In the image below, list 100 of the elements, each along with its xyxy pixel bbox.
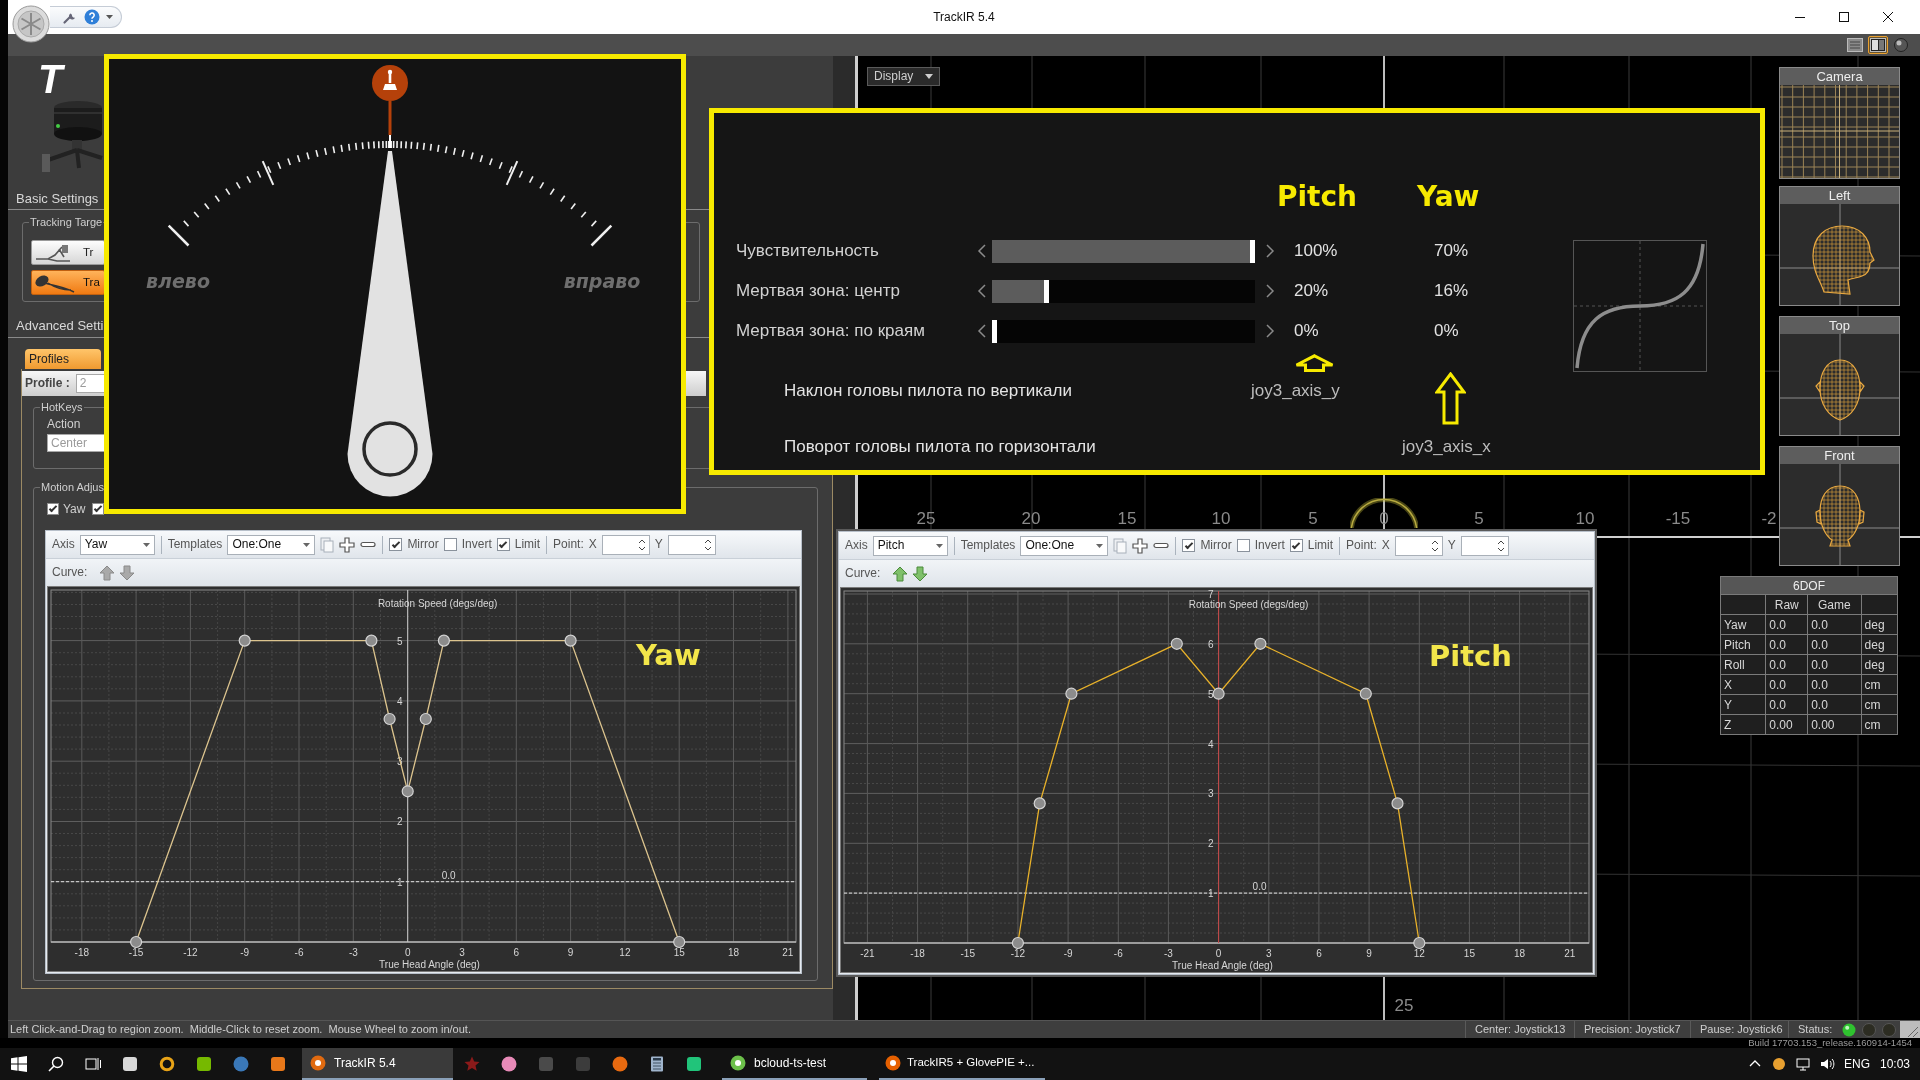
chevron-right-icon[interactable] [1265, 243, 1275, 259]
arrow-up-icon[interactable] [892, 565, 909, 582]
checkbox[interactable] [496, 538, 510, 551]
logo-text: T [38, 63, 63, 95]
tracking-target-button[interactable]: Tra [31, 270, 105, 295]
maximize-icon[interactable] [1839, 12, 1849, 22]
tracking-target-button[interactable]: Tr [31, 240, 105, 265]
curve-point[interactable] [1391, 797, 1404, 810]
app-icon[interactable] [1771, 1056, 1787, 1072]
chevron-right-icon[interactable] [1265, 283, 1275, 299]
field-label: Action [47, 417, 82, 432]
checkbox[interactable] [47, 503, 59, 515]
curve-point[interactable] [401, 785, 414, 798]
spinner-icon[interactable] [703, 537, 712, 552]
x-tick-label: -21 [860, 948, 875, 959]
display-dropdown[interactable]: Display [867, 67, 940, 86]
spinner-icon[interactable] [1430, 538, 1439, 553]
star-icon[interactable] [463, 1056, 480, 1072]
ruler-label: 10 [1211, 510, 1231, 528]
chevron-left-icon[interactable] [977, 323, 987, 339]
checkbox[interactable] [1236, 539, 1250, 552]
checkbox[interactable] [92, 503, 105, 515]
ring-icon[interactable] [158, 1056, 175, 1072]
x-tick-label: -15 [128, 947, 144, 958]
slider-thumb[interactable] [1043, 279, 1049, 303]
slider-thumb[interactable] [1250, 239, 1255, 263]
point-y-field[interactable] [1460, 535, 1509, 556]
curve-point[interactable] [1359, 687, 1372, 700]
axis-dropdown[interactable]: Pitch [872, 535, 948, 556]
curve-point[interactable] [1065, 687, 1078, 700]
checkbox[interactable] [443, 538, 457, 551]
caret-icon [1096, 543, 1104, 548]
curve-point[interactable] [365, 634, 378, 647]
view-mode-button[interactable] [1891, 36, 1911, 54]
plus-icon[interactable] [1132, 537, 1149, 554]
profiles-tab[interactable]: Profiles [25, 349, 101, 369]
plus-icon[interactable] [339, 536, 356, 553]
app-icon[interactable] [685, 1056, 702, 1072]
network-icon[interactable] [1795, 1056, 1811, 1072]
curve-point[interactable] [1413, 936, 1426, 950]
resize-grip-icon[interactable] [1900, 1021, 1920, 1038]
slider-thumb[interactable] [992, 319, 997, 343]
start-icon[interactable] [10, 1056, 27, 1072]
task-view-icon[interactable] [84, 1056, 101, 1072]
caret-icon[interactable] [106, 15, 113, 19]
app-icon[interactable] [500, 1056, 517, 1072]
taskbar-button[interactable]: TrackIR5 + GlovePIE +... [879, 1048, 1045, 1080]
panel-title: Front [1780, 447, 1899, 464]
template-dropdown[interactable]: One:One [1020, 535, 1109, 556]
language-indicator[interactable]: ENG [1839, 1056, 1875, 1072]
close-icon[interactable] [1883, 12, 1893, 22]
setting-label: Мертвая зона: по краям [736, 320, 926, 342]
axis-dropdown[interactable]: Yaw [79, 534, 155, 555]
chevron-left-icon[interactable] [977, 283, 987, 299]
sphere-icon [1893, 38, 1909, 52]
curve-point[interactable] [1011, 936, 1024, 950]
search-icon[interactable] [47, 1056, 64, 1072]
curve-point[interactable] [1170, 637, 1183, 650]
view-mode-button[interactable] [1868, 36, 1888, 54]
curve-point[interactable] [238, 634, 251, 647]
curve-point[interactable] [673, 935, 686, 949]
curve-point[interactable] [419, 712, 432, 726]
status-hint: Left Click-and-Drag to region zoom. Middle-Click to reset zoom. Mouse Wheel to zoom in/out. [9, 1022, 471, 1037]
curve-point[interactable] [1212, 687, 1225, 700]
point-y-field[interactable] [667, 534, 716, 555]
app-icon[interactable] [195, 1056, 212, 1072]
arrow-down-icon[interactable] [912, 565, 929, 582]
curve-point[interactable] [437, 634, 450, 647]
volume-icon[interactable] [1819, 1056, 1835, 1072]
checkbox[interactable] [1289, 539, 1303, 552]
app-icon[interactable] [611, 1056, 628, 1072]
slider-track[interactable] [992, 319, 1255, 343]
curve-point[interactable] [564, 634, 577, 647]
curve-point[interactable] [1033, 797, 1046, 810]
template-dropdown[interactable]: One:One [227, 534, 316, 555]
chart-caption: Yaw [636, 638, 701, 672]
game-value: 0.0 [1807, 634, 1862, 655]
slider-track[interactable] [992, 239, 1255, 263]
app-orb-icon[interactable] [12, 5, 50, 43]
curve-point[interactable] [1254, 637, 1267, 650]
checkbox[interactable] [389, 538, 403, 551]
spinner-icon[interactable] [637, 537, 646, 552]
app-icon[interactable] [121, 1056, 138, 1072]
spinner-icon[interactable] [1496, 538, 1505, 553]
point-x-field[interactable] [601, 534, 650, 555]
chevron-right-icon[interactable] [1265, 323, 1275, 339]
x-axis-title: True Head Angle (deg) [1172, 960, 1273, 971]
app-icon[interactable] [269, 1056, 286, 1072]
checkbox[interactable] [1182, 539, 1196, 552]
taskbar-button[interactable]: TrackIR 5.4 [302, 1048, 453, 1080]
taskbar-button[interactable]: bcloud-ts-test [722, 1048, 867, 1080]
clock[interactable]: 10:03 [1875, 1056, 1915, 1072]
slider-track[interactable] [992, 279, 1255, 303]
calculator-icon[interactable] [648, 1056, 665, 1072]
curve-point[interactable] [130, 935, 143, 949]
point-x-field[interactable] [1394, 535, 1443, 556]
curve-point[interactable] [383, 712, 396, 726]
chevron-left-icon[interactable] [977, 243, 987, 259]
raw-value: 0.0 [1765, 614, 1808, 635]
help-icon[interactable] [84, 9, 100, 25]
